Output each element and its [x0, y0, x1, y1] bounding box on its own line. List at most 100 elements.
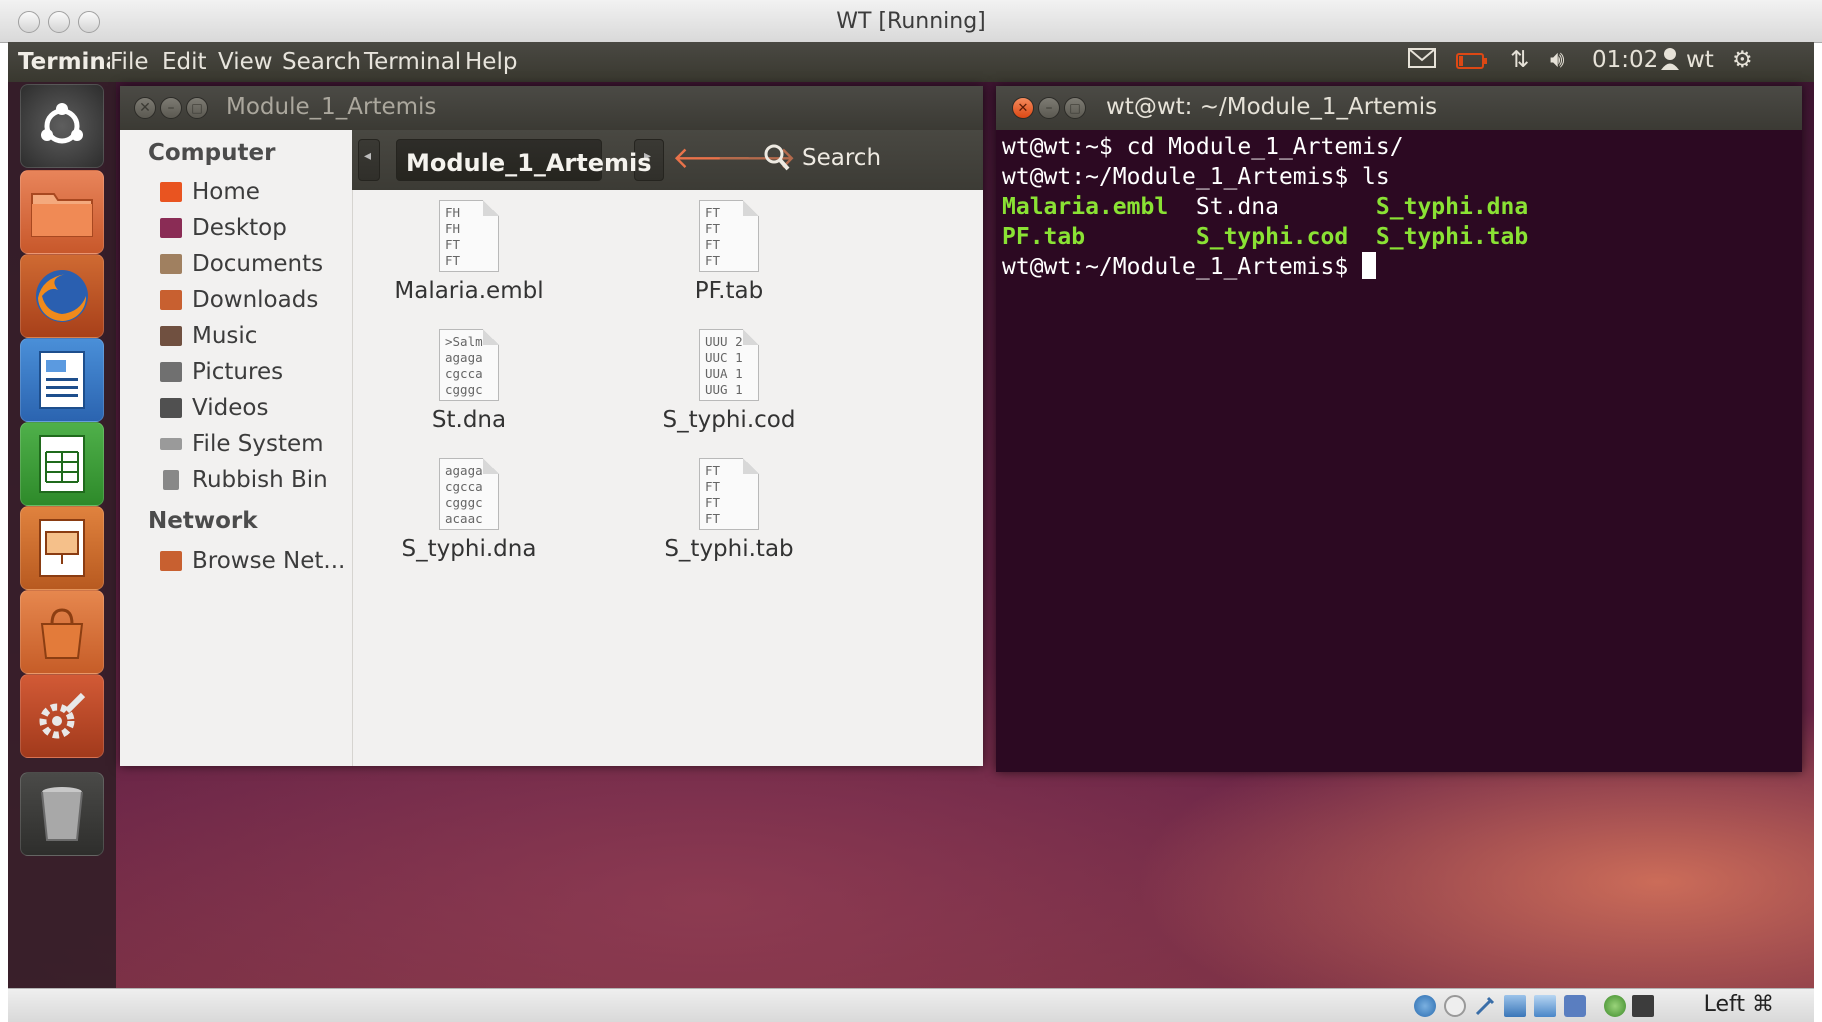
sidebar-heading-computer: Computer	[148, 140, 276, 166]
text-file-icon: agaga cgcca cgggc acaac	[439, 458, 499, 530]
network-arrows-icon[interactable]: ⇅	[1510, 47, 1529, 73]
video-capture-icon[interactable]	[1564, 995, 1586, 1017]
sidebar-item-music[interactable]: Music	[160, 319, 257, 353]
volume-icon[interactable]: 🔊︎	[1550, 47, 1565, 73]
virtualization-icon[interactable]	[1604, 995, 1626, 1017]
launcher-settings-button[interactable]	[20, 674, 104, 758]
mouse-integration-icon[interactable]	[1632, 995, 1654, 1017]
sidebar-item-home[interactable]: Home	[160, 175, 260, 209]
terminal-window: ✕ – □ wt@wt: ~/Module_1_Artemis wt@wt:~$…	[996, 86, 1802, 772]
launcher-firefox-button[interactable]	[20, 254, 104, 338]
file-preview: >Salm agaga cgcca cgggc	[445, 334, 483, 397]
ls-output-row-1: Malaria.embl St.dna S_typhi.dna	[1002, 192, 1802, 222]
terminal-prompt: wt@wt:~/Module_1_Artemis$	[1002, 254, 1363, 280]
file-item-s-typhi-dna[interactable]: agaga cgcca cgggc acaac S_typhi.dna	[369, 458, 569, 562]
battery-icon[interactable]	[1456, 51, 1488, 77]
terminal-prompt-line: wt@wt:~/Module_1_Artemis$	[1002, 252, 1802, 282]
hard-disk-icon[interactable]	[1414, 995, 1436, 1017]
ls-entry: S_typhi.dna	[1375, 194, 1529, 220]
home-folder-icon	[160, 182, 182, 202]
ls-output-row-2: PF.tab S_typhi.cod S_typhi.tab	[1002, 222, 1802, 252]
drive-icon	[160, 438, 182, 450]
fm-minimize-button[interactable]: –	[160, 97, 182, 119]
minimize-icon: –	[167, 100, 175, 116]
text-file-icon: FT FT FT FT	[699, 200, 759, 272]
sidebar-item-videos[interactable]: Videos	[160, 391, 268, 425]
menu-terminal[interactable]: Terminal	[364, 49, 461, 75]
desktop-icon	[160, 218, 182, 238]
launcher-writer-button[interactable]	[20, 338, 104, 422]
terminal-output[interactable]: wt@wt:~$ cd Module_1_Artemis/wt@wt:~/Mod…	[1002, 132, 1802, 772]
settings-wrench-icon	[39, 692, 86, 739]
firefox-icon	[36, 270, 88, 322]
text-file-icon: FH FH FT FT	[439, 200, 499, 272]
file-manager-window: ✕ – □ Module_1_Artemis Computer Home Des…	[120, 86, 983, 766]
terminal-titlebar[interactable]: ✕ – □ wt@wt: ~/Module_1_Artemis	[996, 86, 1802, 130]
ls-entry: S_typhi.tab	[1375, 224, 1529, 250]
file-item-pf-tab[interactable]: FT FT FT FT PF.tab	[629, 200, 829, 304]
session-gear-icon[interactable]: ⚙	[1732, 47, 1753, 73]
menu-search[interactable]: Search	[282, 49, 361, 75]
menu-help[interactable]: Help	[465, 49, 517, 75]
file-item-malaria-embl[interactable]: FH FH FT FT Malaria.embl	[369, 200, 569, 304]
places-sidebar: Computer Home Desktop Documents Download…	[120, 130, 353, 766]
clock[interactable]: 01:02	[1592, 47, 1658, 73]
sidebar-item-pictures[interactable]: Pictures	[160, 355, 283, 389]
sidebar-heading-network: Network	[148, 508, 258, 534]
presentation-icon	[39, 519, 85, 577]
terminal-maximize-button[interactable]: □	[1064, 97, 1086, 119]
maximize-icon: □	[1069, 101, 1081, 115]
shared-folder-icon[interactable]	[1534, 995, 1556, 1017]
mail-icon[interactable]	[1408, 47, 1436, 75]
network-adapter-icon[interactable]	[1504, 995, 1526, 1017]
file-name: St.dna	[431, 407, 507, 433]
sidebar-item-documents[interactable]: Documents	[160, 247, 323, 281]
fm-close-button[interactable]: ✕	[134, 97, 156, 119]
dash-home-button[interactable]	[20, 84, 104, 168]
launcher-trash-button[interactable]	[20, 772, 104, 856]
launcher-files-button[interactable]	[20, 170, 104, 254]
user-name[interactable]: wt	[1686, 47, 1714, 73]
launcher-software-center-button[interactable]	[20, 590, 104, 674]
launcher-calc-button[interactable]	[20, 422, 104, 506]
sidebar-item-label: Rubbish Bin	[192, 467, 328, 493]
terminal-close-button[interactable]: ✕	[1012, 97, 1034, 119]
sidebar-item-file-system[interactable]: File System	[160, 427, 324, 461]
trash-icon	[163, 470, 179, 490]
menu-file[interactable]: File	[110, 49, 149, 75]
launcher-impress-button[interactable]	[20, 506, 104, 590]
user-icon[interactable]	[1660, 47, 1680, 77]
sidebar-item-desktop[interactable]: Desktop	[160, 211, 287, 245]
ls-entry: St.dna	[1195, 194, 1279, 220]
sidebar-item-downloads[interactable]: Downloads	[160, 283, 318, 317]
terminal-cursor	[1362, 252, 1377, 279]
file-preview: UUU 2 UUC 1 UUA 1 UUG 1	[705, 334, 743, 397]
optical-drive-icon[interactable]	[1444, 995, 1466, 1017]
file-name: S_typhi.cod	[662, 407, 796, 433]
fm-maximize-button[interactable]: □	[186, 97, 208, 119]
sidebar-item-label: File System	[192, 431, 324, 457]
fm-window-title: Module_1_Artemis	[226, 94, 437, 120]
file-manager-titlebar[interactable]: ✕ – □ Module_1_Artemis	[120, 86, 983, 130]
terminal-line-ls: wt@wt:~/Module_1_Artemis$ ls	[1002, 164, 1390, 190]
menu-view[interactable]: View	[218, 49, 273, 75]
file-item-s-typhi-cod[interactable]: UUU 2 UUC 1 UUA 1 UUG 1 S_typhi.cod	[629, 329, 829, 433]
host-window-title: WT [Running]	[836, 9, 986, 34]
sidebar-item-label: Downloads	[192, 287, 319, 313]
folder-icon	[31, 193, 93, 237]
search-icon[interactable]	[764, 144, 790, 176]
unity-launcher	[8, 82, 116, 988]
breadcrumb-scroll-left-button[interactable]: ◂	[358, 139, 380, 181]
host-titlebar: WT [Running]	[0, 0, 1822, 43]
text-file-icon: FT FT FT FT	[699, 458, 759, 530]
sidebar-item-browse-network[interactable]: Browse Net...	[160, 544, 345, 578]
terminal-minimize-button[interactable]: –	[1038, 97, 1060, 119]
sidebar-item-rubbish-bin[interactable]: Rubbish Bin	[160, 463, 328, 497]
breadcrumb-label: Module_1_Artemis	[406, 149, 652, 177]
file-item-st-dna[interactable]: >Salm agaga cgcca cgggc St.dna	[369, 329, 569, 433]
usb-icon[interactable]	[1474, 995, 1496, 1017]
file-name: PF.tab	[694, 278, 764, 304]
file-item-s-typhi-tab[interactable]: FT FT FT FT S_typhi.tab	[629, 458, 829, 562]
search-button-label[interactable]: Search	[802, 145, 881, 171]
menu-edit[interactable]: Edit	[162, 49, 207, 75]
